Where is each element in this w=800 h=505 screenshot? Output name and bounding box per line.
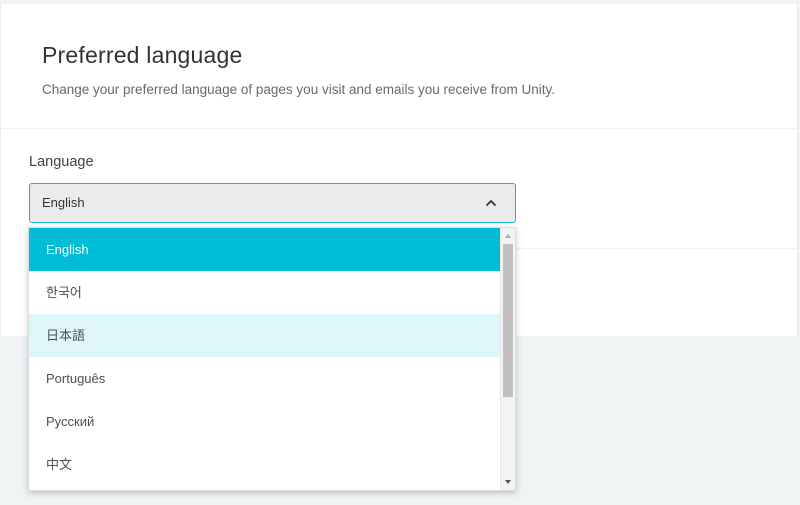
- language-select[interactable]: English: [29, 183, 516, 223]
- language-options: English 한국어 日本語 Português Русский 中文: [29, 228, 501, 486]
- scroll-thumb[interactable]: [503, 244, 513, 397]
- language-option[interactable]: 日本語: [29, 314, 501, 357]
- language-option[interactable]: Português: [29, 357, 501, 400]
- language-dropdown-list: English 한국어 日本語 Português Русский 中文: [28, 227, 516, 491]
- page-subtitle: Change your preferred language of pages …: [42, 82, 556, 97]
- chevron-up-icon: [486, 200, 496, 206]
- language-option[interactable]: 한국어: [29, 271, 501, 314]
- language-field-label: Language: [29, 154, 94, 170]
- page-title: Preferred language: [42, 42, 243, 68]
- scroll-up-arrow-icon[interactable]: [505, 234, 511, 238]
- dropdown-scrollbar[interactable]: [500, 228, 515, 490]
- divider: [516, 248, 797, 249]
- language-option[interactable]: 中文: [29, 443, 501, 486]
- scroll-down-arrow-icon[interactable]: [505, 480, 511, 484]
- language-select-value: English: [42, 195, 85, 210]
- page: Preferred language Change your preferred…: [0, 0, 800, 505]
- card-header: Preferred language Change your preferred…: [1, 4, 797, 129]
- language-option[interactable]: English: [29, 228, 501, 271]
- language-option[interactable]: Русский: [29, 400, 501, 443]
